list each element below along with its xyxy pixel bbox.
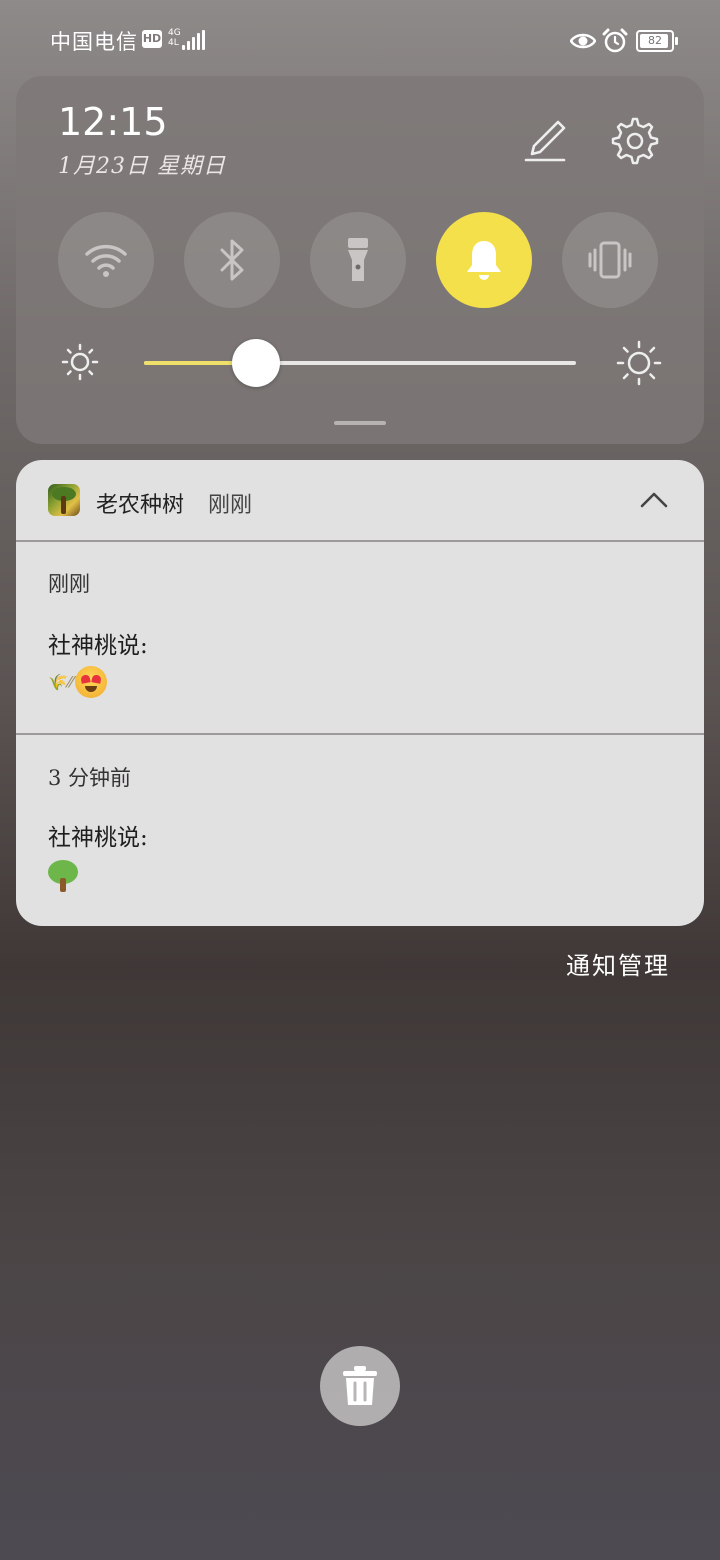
bell-icon <box>467 241 501 280</box>
network-sub-label: 4L <box>168 38 179 48</box>
battery-level: 82 <box>648 34 662 47</box>
tree-emoji <box>48 860 78 892</box>
edit-icon[interactable] <box>520 116 570 166</box>
app-time: 刚刚 <box>208 493 253 518</box>
tile-bluetooth[interactable] <box>184 212 280 308</box>
app-name: 老农种树 <box>96 493 185 518</box>
battery-icon: 82 <box>636 30 678 52</box>
brightness-thumb[interactable] <box>232 339 281 387</box>
notification-header[interactable]: 老农种树 刚刚 <box>16 460 704 540</box>
status-bar: 中国电信 HD 4G 4L 82 <box>0 0 720 80</box>
vibrate-icon <box>588 241 632 279</box>
network-type: 4G 4L <box>168 28 181 48</box>
clear-all-button[interactable] <box>320 1346 400 1426</box>
gear-icon[interactable] <box>606 114 660 168</box>
tile-flashlight[interactable] <box>310 212 406 308</box>
alarm-icon <box>602 28 628 53</box>
eye-icon <box>570 33 596 49</box>
bluetooth-icon <box>220 239 244 281</box>
panel-drag-handle[interactable] <box>334 421 386 425</box>
brightness-low-icon <box>61 343 99 381</box>
hd-badge: HD <box>142 30 162 48</box>
divider <box>16 733 704 735</box>
wifi-icon <box>85 244 127 277</box>
tile-sound[interactable] <box>436 212 532 308</box>
divider <box>16 540 704 542</box>
clock-date: 1月23日 星期日 <box>58 154 226 179</box>
chevron-up-icon[interactable] <box>638 484 670 516</box>
brightness-high-icon <box>616 340 662 386</box>
carrier-name: 中国电信 <box>50 30 138 54</box>
notification-card[interactable]: 老农种树 刚刚 刚刚 社神桃说: 🌾⁄⁄ 3 分钟前 社神桃说: <box>16 460 704 926</box>
notification-time: 3 分钟前 <box>48 766 132 790</box>
notification-time: 刚刚 <box>48 572 90 596</box>
notification-body-prefix: 🌾⁄⁄ <box>48 672 74 692</box>
notification-manage-link[interactable]: 通知管理 <box>566 946 670 981</box>
tile-wifi[interactable] <box>58 212 154 308</box>
signal-icon <box>182 30 206 50</box>
clock-time: 12:15 <box>58 100 168 144</box>
notification-sender: 社神桃说: <box>48 825 148 851</box>
notification-sender: 社神桃说: <box>48 633 148 659</box>
notification-body: 🌾⁄⁄ <box>48 666 108 698</box>
notification-body <box>48 860 78 892</box>
tile-vibrate[interactable] <box>562 212 658 308</box>
network-type-label: 4G <box>168 28 181 38</box>
flashlight-icon <box>348 238 368 281</box>
trash-icon <box>343 1366 377 1405</box>
app-icon <box>48 484 80 516</box>
quick-settings-panel: 12:15 1月23日 星期日 <box>16 76 704 444</box>
brightness-slider[interactable] <box>144 339 576 387</box>
heart-eyes-emoji <box>75 666 108 698</box>
